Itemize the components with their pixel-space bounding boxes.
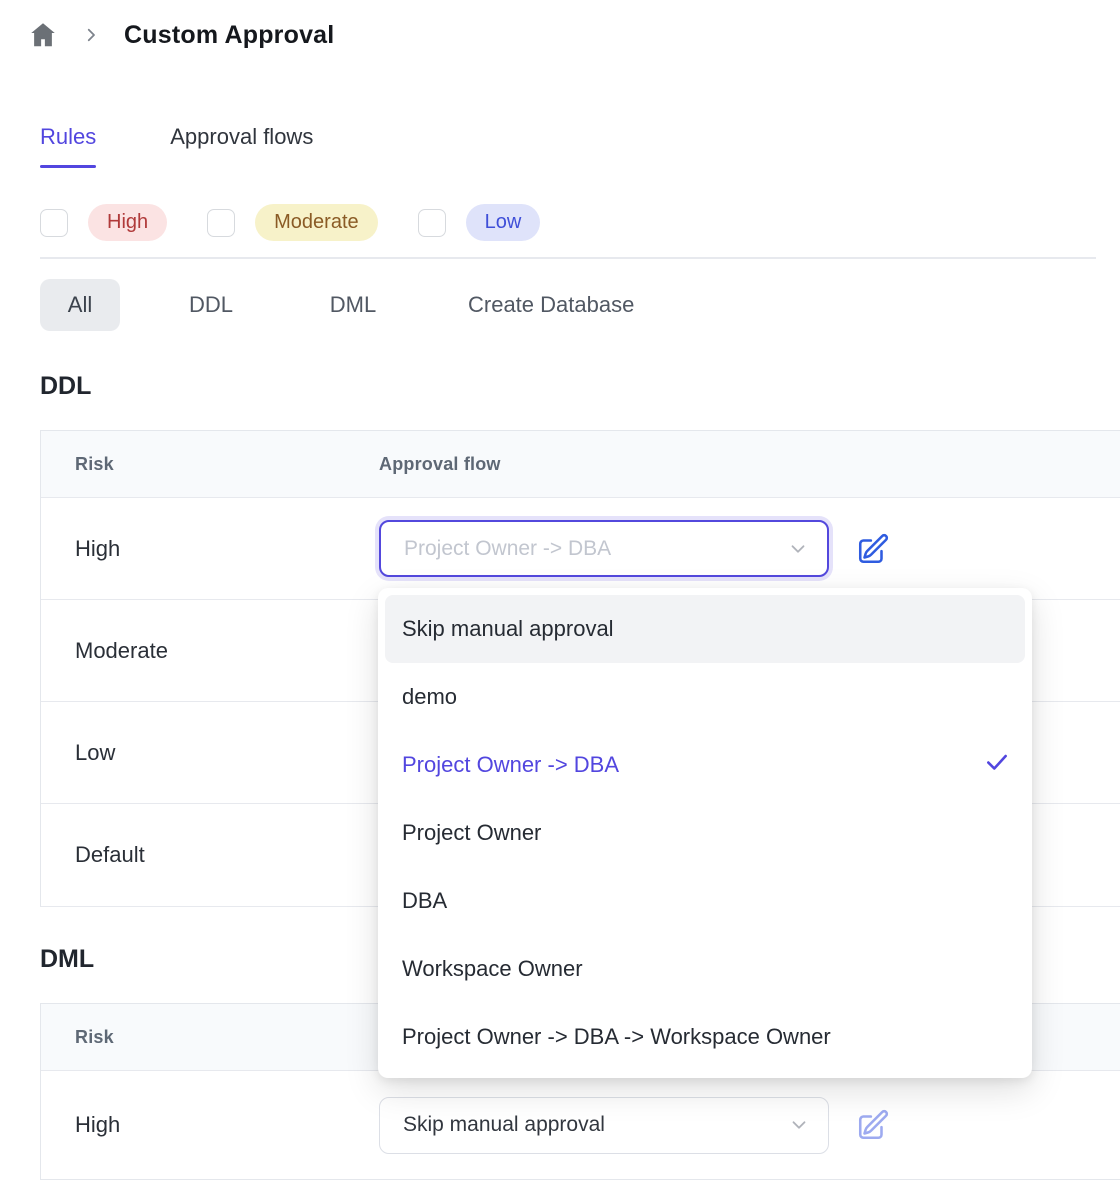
filter-low: Low	[418, 204, 541, 241]
category-tab-create-database[interactable]: Create Database	[462, 279, 640, 331]
risk-filter-row: High Moderate Low	[40, 204, 540, 241]
dml-high-flow-value: Skip manual approval	[403, 1113, 605, 1137]
ddl-risk-moderate-label: Moderate	[41, 638, 379, 664]
category-tab-all[interactable]: All	[40, 279, 120, 331]
dml-col-risk: Risk	[41, 1027, 379, 1048]
ddl-section-title: DDL	[40, 372, 91, 401]
chevron-right-icon	[82, 26, 100, 44]
filter-moderate: Moderate	[207, 204, 378, 241]
breadcrumb: Custom Approval	[28, 20, 334, 50]
ddl-high-edit-button[interactable]	[855, 531, 891, 567]
dml-high-flow-cell: Skip manual approval	[379, 1097, 891, 1154]
low-checkbox[interactable]	[418, 209, 446, 237]
dropdown-option-label: Project Owner -> DBA	[402, 752, 619, 778]
high-badge[interactable]: High	[88, 204, 167, 241]
page-title: Custom Approval	[124, 21, 334, 50]
dropdown-option-workspace-owner[interactable]: Workspace Owner	[378, 935, 1032, 1003]
edit-pencil-square-icon	[856, 1108, 890, 1142]
ddl-high-flow-value: Project Owner -> DBA	[404, 537, 611, 561]
edit-pencil-square-icon	[856, 532, 890, 566]
low-badge[interactable]: Low	[466, 204, 541, 241]
moderate-badge[interactable]: Moderate	[255, 204, 378, 241]
dropdown-option-project-owner-dba-workspace-owner[interactable]: Project Owner -> DBA -> Workspace Owner	[378, 1003, 1032, 1071]
dropdown-option-project-owner[interactable]: Project Owner	[378, 799, 1032, 867]
filter-high: High	[40, 204, 167, 241]
ddl-col-approval-flow: Approval flow	[379, 454, 501, 475]
ddl-col-risk: Risk	[41, 454, 379, 475]
approval-flow-dropdown: Skip manual approval demo Project Owner …	[378, 588, 1032, 1078]
ddl-risk-default-label: Default	[41, 842, 379, 868]
ddl-table-header: Risk Approval flow	[41, 431, 1120, 498]
ddl-row-high: High Project Owner -> DBA	[41, 498, 1120, 600]
filter-divider	[40, 257, 1096, 259]
tab-rules[interactable]: Rules	[40, 124, 96, 168]
dml-row-high: High Skip manual approval	[41, 1071, 1120, 1179]
ddl-high-flow-select[interactable]: Project Owner -> DBA	[379, 520, 829, 577]
moderate-checkbox[interactable]	[207, 209, 235, 237]
custom-approval-page: Custom Approval Rules Approval flows Hig…	[0, 0, 1120, 1180]
dropdown-option-dba[interactable]: DBA	[378, 867, 1032, 935]
dml-risk-high-label: High	[41, 1112, 379, 1138]
dropdown-option-demo[interactable]: demo	[378, 663, 1032, 731]
checkmark-icon	[984, 749, 1010, 781]
chevron-down-icon	[787, 538, 809, 560]
dml-high-flow-select[interactable]: Skip manual approval	[379, 1097, 829, 1154]
category-tab-bar: All DDL DML Create Database	[40, 279, 640, 331]
dml-section-title: DML	[40, 945, 94, 974]
dropdown-option-project-owner-dba[interactable]: Project Owner -> DBA	[378, 731, 1032, 799]
high-checkbox[interactable]	[40, 209, 68, 237]
tab-bar: Rules Approval flows	[40, 124, 313, 168]
tab-approval-flows[interactable]: Approval flows	[170, 124, 313, 168]
dml-high-edit-button[interactable]	[855, 1107, 891, 1143]
category-tab-dml[interactable]: DML	[320, 279, 386, 331]
ddl-high-flow-cell: Project Owner -> DBA	[379, 520, 891, 577]
chevron-down-icon	[788, 1114, 810, 1136]
ddl-risk-low-label: Low	[41, 740, 379, 766]
home-icon[interactable]	[28, 20, 58, 50]
category-tab-ddl[interactable]: DDL	[178, 279, 244, 331]
dropdown-option-skip-manual-approval[interactable]: Skip manual approval	[385, 595, 1025, 663]
ddl-risk-high-label: High	[41, 536, 379, 562]
